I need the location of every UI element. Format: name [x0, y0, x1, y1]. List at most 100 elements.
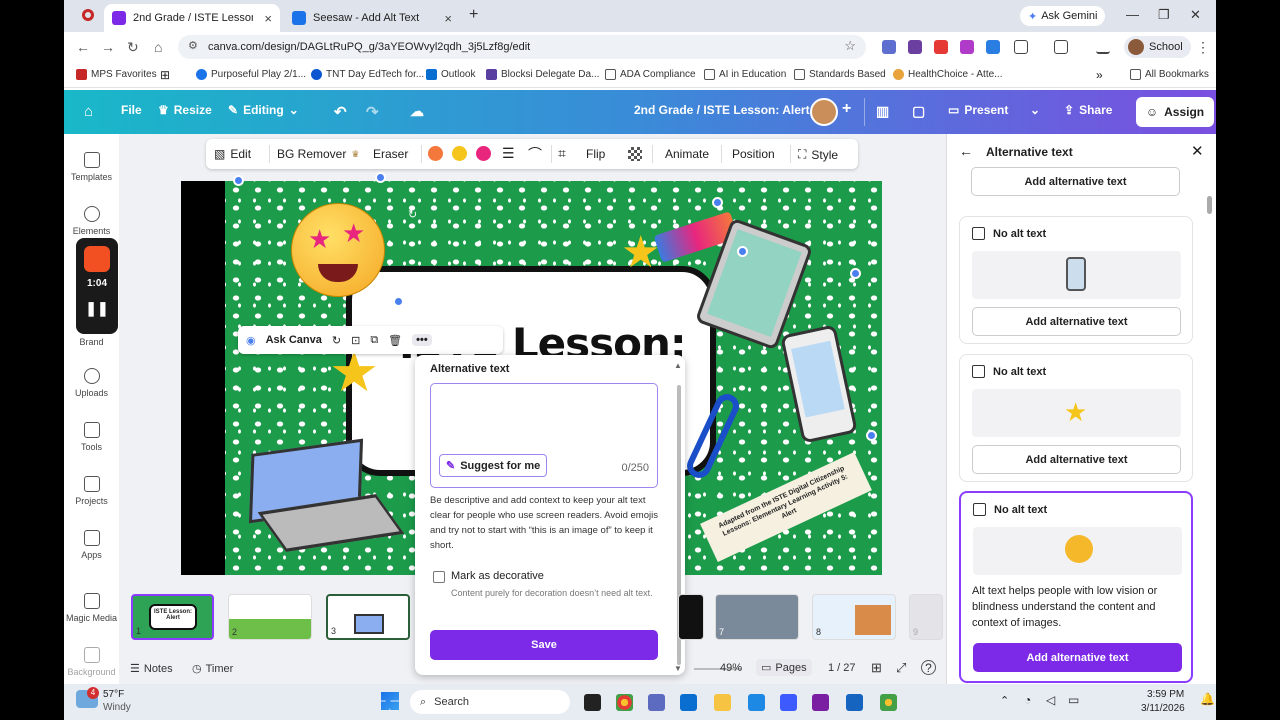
apps-grid-icon[interactable]: ⊞ [160, 68, 170, 82]
bookmark-star-icon[interactable]: ☆ [844, 38, 856, 54]
page-thumbnail-2[interactable]: 2 [228, 594, 312, 640]
all-bookmarks[interactable]: All Bookmarks [1130, 69, 1209, 80]
page-thumbnail-3[interactable]: 3 [326, 594, 410, 640]
assign-button[interactable]: ☺ Assign [1136, 97, 1214, 127]
download-icon[interactable] [1096, 40, 1110, 54]
color-swatch-yellow[interactable] [452, 146, 467, 161]
extension-pen-icon[interactable] [882, 40, 896, 54]
extension-blue-icon[interactable] [986, 40, 1000, 54]
close-window-icon[interactable]: ✕ [1190, 7, 1201, 23]
fullscreen-icon[interactable]: ⤢ [896, 660, 906, 676]
add-alt-text-button[interactable]: Add alternative text [971, 167, 1180, 196]
sidebar-item-magic-media[interactable]: Magic Media [64, 593, 119, 623]
tab-seesaw[interactable]: Seesaw - Add Alt Text × [284, 4, 460, 32]
tab-search-icon[interactable] [1054, 40, 1068, 54]
sidebar-item-templates[interactable]: Templates [64, 152, 119, 182]
site-info-icon[interactable]: ⚙ [188, 39, 198, 52]
page-thumbnail-7[interactable]: 7 [715, 594, 799, 640]
document-title[interactable]: 2nd Grade / ISTE Lesson: Alert [634, 103, 810, 117]
undo-icon[interactable]: ↶ [334, 103, 347, 121]
add-alt-text-button[interactable]: Add alternative text [972, 307, 1181, 336]
bookmark-item[interactable]: HealthChoice - Atte... [893, 69, 1003, 80]
reload-icon[interactable]: ↻ [127, 39, 139, 56]
timer-button[interactable]: ◷ Timer [192, 662, 233, 676]
ask-canva-button[interactable]: Ask Canva [266, 334, 322, 346]
crop-icon[interactable]: ⌗ [558, 145, 566, 162]
clock-time[interactable]: 3:59 PM [1147, 689, 1184, 700]
add-collaborator-icon[interactable]: + [842, 100, 851, 118]
redo-icon[interactable]: ↷ [366, 103, 379, 121]
maximize-icon[interactable]: ❐ [1158, 7, 1170, 23]
selection-handle[interactable] [850, 268, 861, 279]
forward-icon[interactable]: → [101, 39, 115, 55]
share-button[interactable]: ⇪ Share [1064, 103, 1112, 117]
duplicate-icon[interactable]: ⧉ [370, 334, 378, 347]
back-icon[interactable]: ← [76, 39, 90, 55]
panel-scrollbar[interactable] [1207, 196, 1212, 214]
save-button[interactable]: Save [430, 630, 658, 660]
transparency-icon[interactable] [628, 147, 642, 161]
extension-puzzle-icon[interactable] [960, 40, 974, 54]
wifi-icon[interactable]: ◔ [1024, 693, 1031, 707]
snipping-tool-icon[interactable] [648, 694, 665, 711]
delete-icon[interactable]: 🗑 [388, 334, 402, 347]
bookmark-item[interactable]: Outlook [426, 69, 475, 80]
notes-button[interactable]: ☰ Notes [130, 662, 173, 676]
flip-button[interactable]: Flip [586, 147, 605, 161]
new-tab-button[interactable]: + [469, 6, 478, 24]
extensions-icon[interactable] [1014, 40, 1028, 54]
bookmark-item[interactable]: Blocksi Delegate Da... [486, 69, 599, 80]
youtube-extension-icon[interactable] [934, 40, 948, 54]
help-icon[interactable]: ? [921, 660, 936, 675]
sidebar-item-tools[interactable]: Tools [64, 422, 119, 452]
bookmark-item[interactable]: AI in Education [704, 69, 786, 80]
card-image-preview[interactable] [972, 251, 1181, 299]
browser-menu-icon[interactable]: ⋮ [1196, 39, 1210, 56]
animate-button[interactable]: Animate [665, 147, 709, 161]
insights-chart-icon[interactable]: ▥ [876, 103, 889, 120]
sidebar-item-uploads[interactable]: Uploads [64, 368, 119, 398]
selection-handle[interactable] [375, 172, 386, 183]
page-thumbnail-1[interactable]: ISTE Lesson: Alert 1 [131, 594, 214, 640]
lock-icon[interactable]: ⊡ [351, 334, 360, 347]
editing-mode-button[interactable]: ✎ Editing ⌄ [228, 103, 299, 117]
file-menu[interactable]: File [121, 103, 142, 117]
line-weight-icon[interactable]: ☰ [502, 145, 515, 162]
bookmark-item[interactable]: Purposeful Play 2/1... [196, 69, 306, 80]
bookmark-item[interactable]: Standards Based [794, 69, 886, 80]
present-button[interactable]: ▭ Present [948, 103, 1008, 117]
collaborator-avatar[interactable] [810, 98, 838, 126]
store-icon[interactable] [780, 694, 797, 711]
chrome-profile-icon[interactable] [880, 694, 897, 711]
card-image-preview[interactable]: ★ [972, 389, 1181, 437]
sidebar-item-elements[interactable]: Elements [64, 206, 119, 236]
sidebar-item-apps[interactable]: Apps [64, 530, 119, 560]
file-explorer-icon[interactable] [714, 694, 731, 711]
page-thumbnail-8[interactable]: 8 [812, 594, 896, 640]
refresh-icon[interactable]: ↻ [332, 334, 341, 347]
pages-button[interactable]: ▭ Pages [756, 659, 812, 676]
sidebar-item-background[interactable]: Background [64, 647, 119, 677]
shooting-star-icon[interactable]: ★ [621, 227, 660, 278]
battery-icon[interactable]: ▭ [1068, 693, 1079, 707]
more-options-icon[interactable]: ••• [412, 334, 432, 346]
color-swatch-pink[interactable] [476, 146, 491, 161]
color-swatch-orange[interactable] [428, 146, 443, 161]
mark-decorative-checkbox[interactable] [433, 571, 445, 583]
alt-text-input[interactable]: ✎ Suggest for me 0/250 [430, 383, 658, 488]
page-thumbnail-9[interactable]: 9 [909, 594, 943, 640]
mark-decorative-label[interactable]: Mark as decorative [451, 570, 544, 582]
onenote-icon[interactable] [812, 694, 829, 711]
add-alt-text-button[interactable]: Add alternative text [972, 445, 1181, 474]
clock-date[interactable]: 3/11/2026 [1141, 703, 1185, 714]
profile-button[interactable]: School [1124, 36, 1191, 58]
corner-rounding-icon[interactable]: ⌒ [528, 144, 542, 164]
selection-handle[interactable] [712, 197, 723, 208]
notification-bell-icon[interactable]: 🔔 [1200, 692, 1215, 706]
record-icon[interactable] [82, 9, 94, 21]
outlook-app-icon[interactable] [680, 694, 697, 711]
selection-handle[interactable] [866, 430, 877, 441]
bookmark-item[interactable]: MPS Favorites [76, 69, 157, 80]
position-button[interactable]: Position [732, 147, 775, 161]
scroll-up-icon[interactable]: ▲ [674, 361, 682, 370]
